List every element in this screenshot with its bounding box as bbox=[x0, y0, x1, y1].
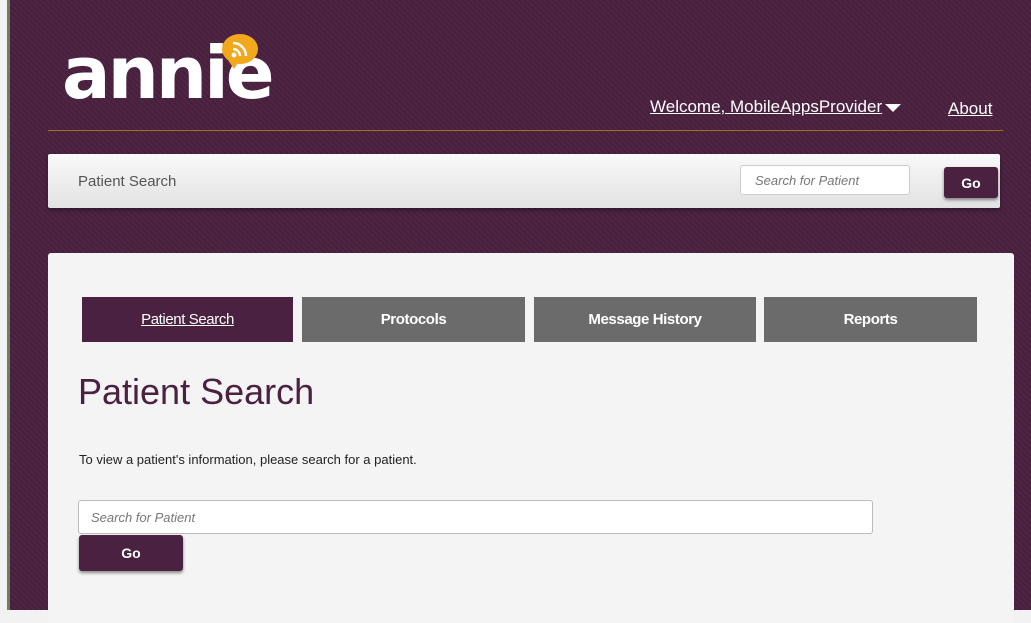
window-edge bbox=[0, 0, 7, 610]
welcome-label: Welcome, MobileAppsProvider bbox=[650, 97, 883, 116]
top-search-input[interactable] bbox=[740, 165, 910, 195]
header-divider bbox=[48, 130, 1003, 131]
top-go-button[interactable]: Go bbox=[944, 167, 998, 198]
page-title: Patient Search bbox=[78, 371, 315, 412]
user-menu[interactable]: Welcome, MobileAppsProvider bbox=[650, 97, 902, 117]
tab-patient-search[interactable]: Patient Search bbox=[82, 297, 293, 342]
instructions-text: To view a patient's information, please … bbox=[79, 452, 417, 467]
tab-reports[interactable]: Reports bbox=[764, 297, 977, 342]
about-link[interactable]: About bbox=[948, 99, 992, 119]
tab-message-history[interactable]: Message History bbox=[534, 297, 756, 342]
annie-logo: annie bbox=[62, 30, 302, 116]
top-search-bar: Patient Search Go bbox=[48, 154, 1000, 208]
main-panel: Patient Search Protocols Message History… bbox=[48, 253, 1014, 623]
app-container: annie Welcome, MobileAppsProvider About … bbox=[10, 0, 1031, 623]
rss-feed-icon bbox=[222, 34, 258, 69]
breadcrumb: Patient Search bbox=[78, 173, 177, 190]
caret-down-icon bbox=[885, 103, 902, 112]
patient-search-input[interactable] bbox=[78, 500, 873, 534]
search-go-button[interactable]: Go bbox=[79, 535, 183, 571]
tab-protocols[interactable]: Protocols bbox=[302, 297, 525, 342]
